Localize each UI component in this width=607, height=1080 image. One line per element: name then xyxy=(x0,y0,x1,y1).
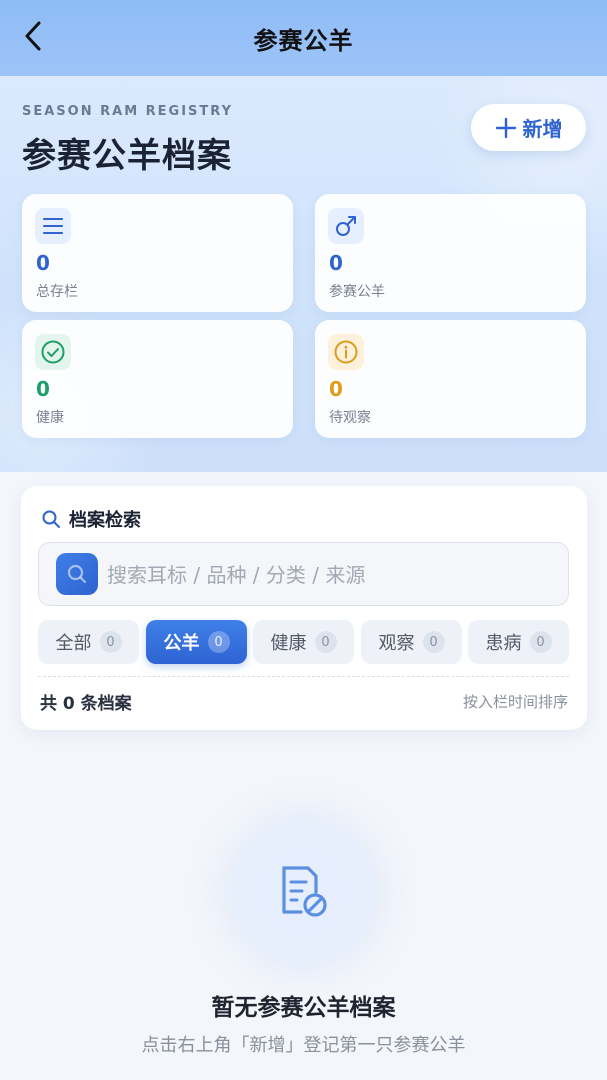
filter-chip-ram[interactable]: 公羊 0 xyxy=(146,620,247,664)
hero-section: SEASON RAM REGISTRY 参赛公羊档案 新增 0 总存栏 0 参赛… xyxy=(0,76,607,472)
check-circle-icon xyxy=(35,334,71,370)
empty-state-illustration xyxy=(229,818,377,966)
stat-value: 0 xyxy=(36,377,50,401)
chip-label: 全部 xyxy=(55,633,92,654)
chip-count: 0 xyxy=(99,631,122,653)
record-count: 共 0 条档案 xyxy=(40,694,132,714)
stat-card-observe: 0 待观察 xyxy=(315,320,586,438)
search-header: 档案检索 xyxy=(41,506,141,532)
stat-label: 总存栏 xyxy=(36,284,78,300)
hero-subtitle: SEASON RAM REGISTRY xyxy=(22,104,233,119)
empty-state-description: 点击右上角「新增」登记第一只参赛公羊 xyxy=(141,1035,466,1056)
info-icon xyxy=(328,334,364,370)
chip-count: 0 xyxy=(422,631,445,653)
search-box[interactable] xyxy=(38,542,569,606)
add-button-label: 新增 xyxy=(522,117,563,141)
filter-chip-observe[interactable]: 观察 0 xyxy=(361,620,462,664)
male-icon xyxy=(328,208,364,244)
chip-count: 0 xyxy=(529,631,552,653)
sort-toggle[interactable]: 按入栏时间排序 xyxy=(463,691,568,712)
search-icon xyxy=(56,553,98,595)
stat-value: 0 xyxy=(329,377,343,401)
stat-label: 参赛公羊 xyxy=(329,284,385,300)
list-icon xyxy=(35,208,71,244)
search-icon xyxy=(42,510,60,528)
chip-label: 健康 xyxy=(270,633,307,654)
page-title: 参赛公羊 xyxy=(253,26,354,55)
search-card: 档案检索 全部 0 公羊 0 健康 0 观察 0 患病 0 共 0 条档案 按入… xyxy=(21,486,587,730)
chip-count: 0 xyxy=(314,631,337,653)
plus-icon xyxy=(495,117,516,138)
divider xyxy=(38,676,569,677)
stat-value: 0 xyxy=(329,251,343,275)
filter-chip-sick[interactable]: 患病 0 xyxy=(468,620,569,664)
stat-card-rams: 0 参赛公羊 xyxy=(315,194,586,312)
chip-label: 患病 xyxy=(485,633,522,654)
chevron-left-icon xyxy=(25,21,41,51)
add-button[interactable]: 新增 xyxy=(471,104,586,151)
top-navbar: 参赛公羊 xyxy=(0,0,607,76)
stat-label: 健康 xyxy=(36,410,64,426)
filter-chip-healthy[interactable]: 健康 0 xyxy=(253,620,354,664)
stat-value: 0 xyxy=(36,251,50,275)
search-input[interactable] xyxy=(107,555,547,595)
chip-count: 0 xyxy=(207,631,230,653)
stat-card-healthy: 0 健康 xyxy=(22,320,293,438)
search-title: 档案检索 xyxy=(69,510,141,531)
stat-card-total: 0 总存栏 xyxy=(22,194,293,312)
chip-label: 公羊 xyxy=(163,633,200,654)
hero-title: 参赛公羊档案 xyxy=(22,136,232,176)
filter-chip-all[interactable]: 全部 0 xyxy=(38,620,139,664)
chip-label: 观察 xyxy=(378,633,415,654)
back-button[interactable] xyxy=(18,18,48,54)
document-forbidden-icon xyxy=(282,866,327,917)
empty-state-title: 暂无参赛公羊档案 xyxy=(211,995,396,1021)
stat-label: 待观察 xyxy=(329,410,371,426)
